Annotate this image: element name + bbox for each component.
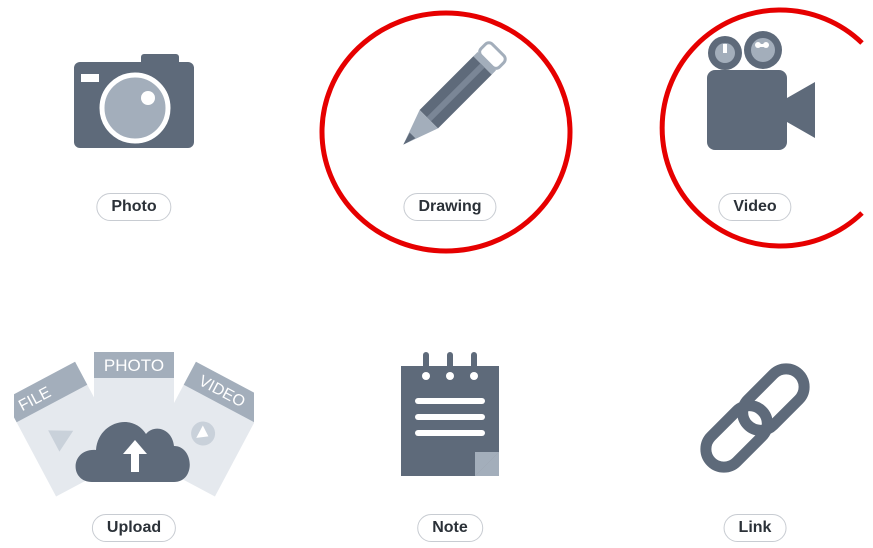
photo-label: Photo: [96, 193, 172, 221]
upload-option[interactable]: FILE VIDEO PHOTO Upload: [14, 318, 254, 548]
pencil-icon: [403, 41, 507, 145]
camera-icon: [74, 54, 194, 148]
note-option[interactable]: Note: [330, 318, 570, 548]
photo-option[interactable]: Photo: [14, 30, 254, 260]
cloud-upload-icon: FILE VIDEO PHOTO: [14, 352, 254, 497]
video-option[interactable]: Video: [635, 30, 873, 260]
note-label: Note: [417, 514, 483, 542]
drawing-option[interactable]: Drawing: [330, 30, 570, 260]
video-label: Video: [718, 193, 792, 221]
chain-link-icon: [700, 363, 810, 473]
upload-label: Upload: [91, 514, 177, 542]
card-label-photo: PHOTO: [104, 356, 164, 375]
notepad-icon: [401, 352, 499, 476]
link-option[interactable]: Link: [635, 318, 873, 548]
video-camera-icon: [707, 31, 815, 150]
link-label: Link: [723, 514, 787, 542]
drawing-label: Drawing: [403, 193, 497, 221]
